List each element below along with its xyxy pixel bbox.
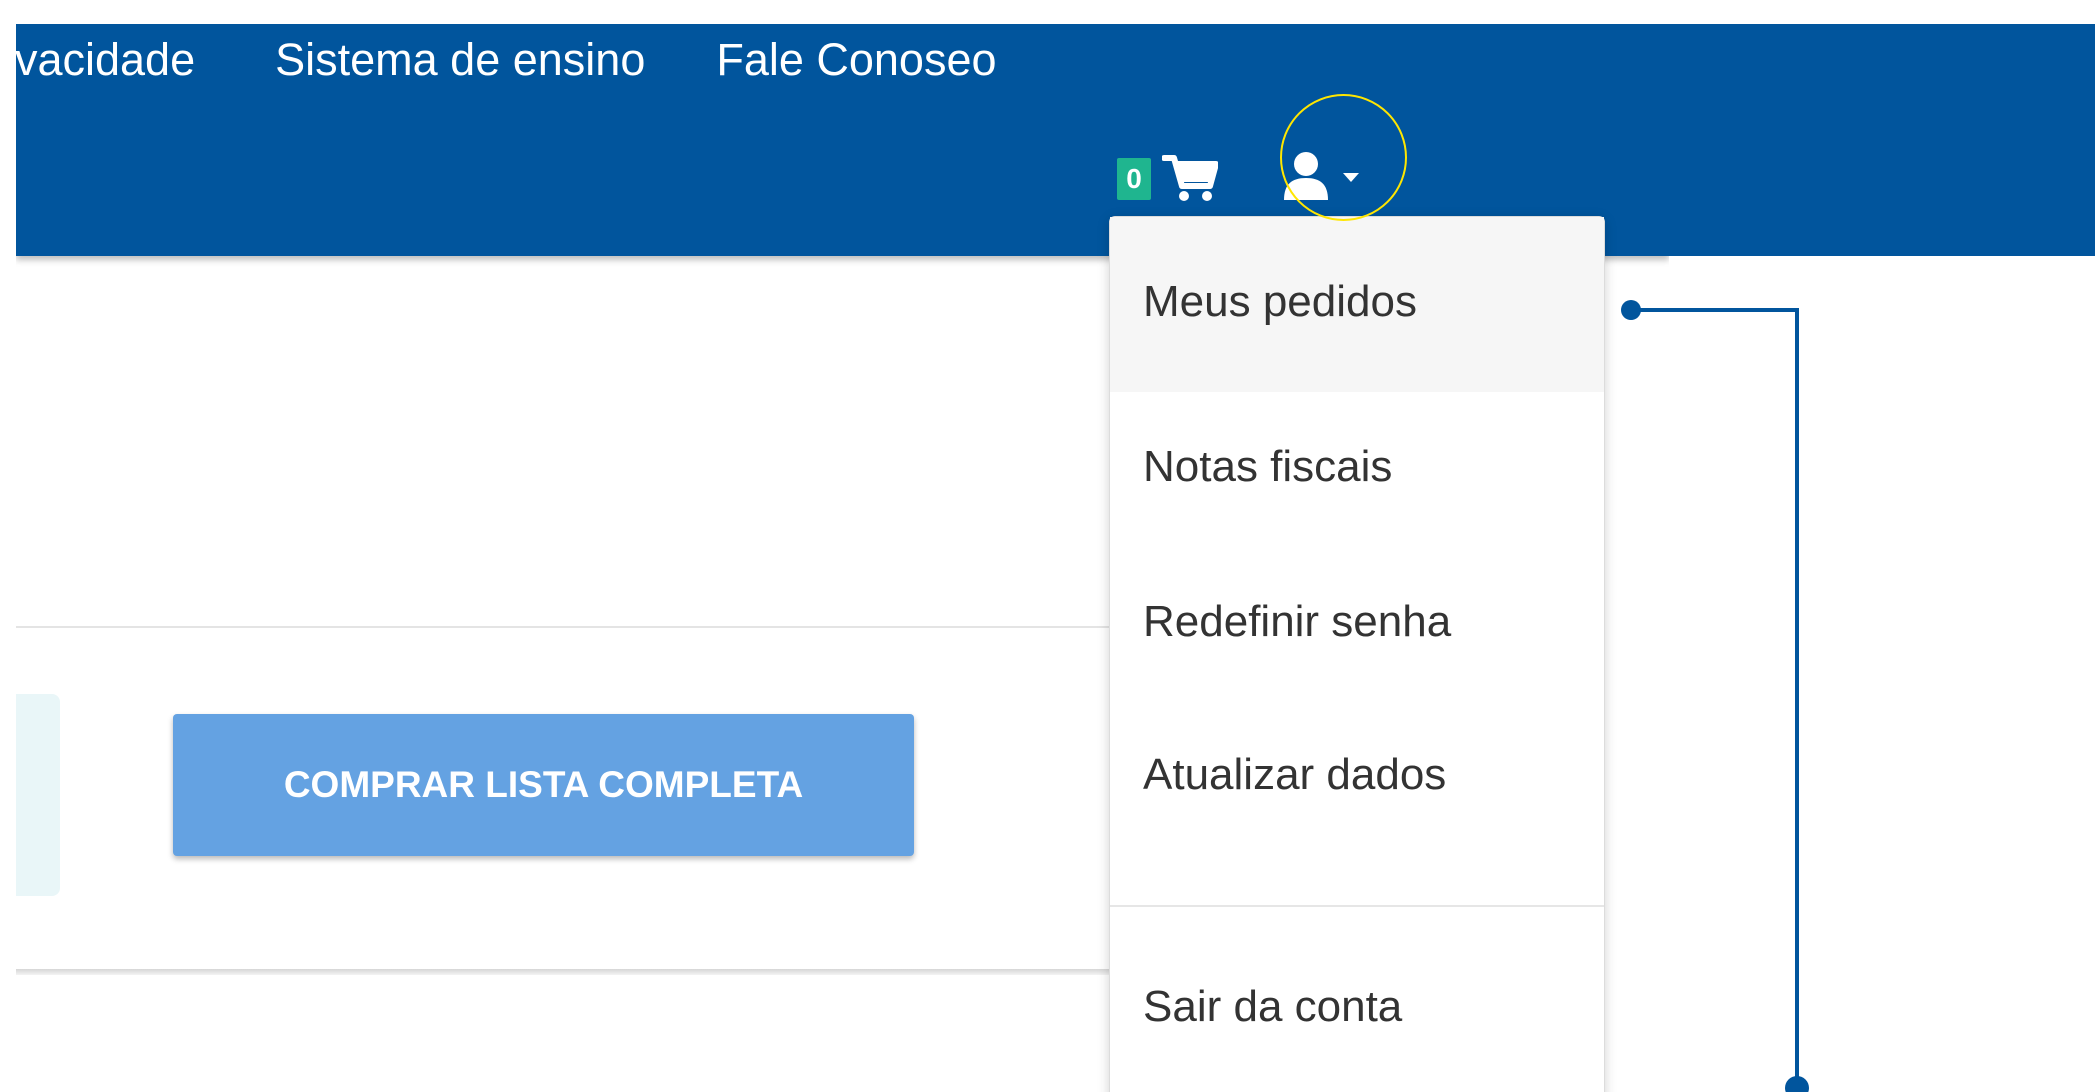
nav-links: rivacidade Sistema de ensino Fale Conose… xyxy=(16,30,997,90)
menu-item-sair-da-conta[interactable]: Sair da conta xyxy=(1110,907,1604,1092)
header-band-extension xyxy=(1625,24,2095,256)
menu-item-notas-fiscais[interactable]: Notas fiscais xyxy=(1110,392,1604,547)
menu-item-meus-pedidos[interactable]: Meus pedidos xyxy=(1110,217,1604,392)
section-bottom-shadow xyxy=(16,969,1116,975)
nav-link-sistema-de-ensino[interactable]: Sistema de ensino xyxy=(275,34,645,86)
user-dropdown-menu: Meus pedidos Notas fiscais Redefinir sen… xyxy=(1109,216,1605,1092)
screenshot-frame: rivacidade Sistema de ensino Fale Conose… xyxy=(16,24,1669,1092)
menu-item-atualizar-dados[interactable]: Atualizar dados xyxy=(1110,702,1604,852)
left-card-edge xyxy=(16,694,60,896)
nav-link-privacidade[interactable]: rivacidade xyxy=(16,34,195,86)
buy-full-list-button[interactable]: COMPRAR LISTA COMPLETA xyxy=(173,714,914,856)
user-menu-highlight-circle xyxy=(1280,94,1407,221)
section-divider xyxy=(16,626,1116,628)
shopping-cart-icon[interactable] xyxy=(1161,152,1219,202)
menu-item-redefinir-senha[interactable]: Redefinir senha xyxy=(1110,547,1604,702)
cart-count-badge: 0 xyxy=(1117,158,1151,200)
nav-link-fale-conosco[interactable]: Fale Conoseo xyxy=(716,34,996,86)
